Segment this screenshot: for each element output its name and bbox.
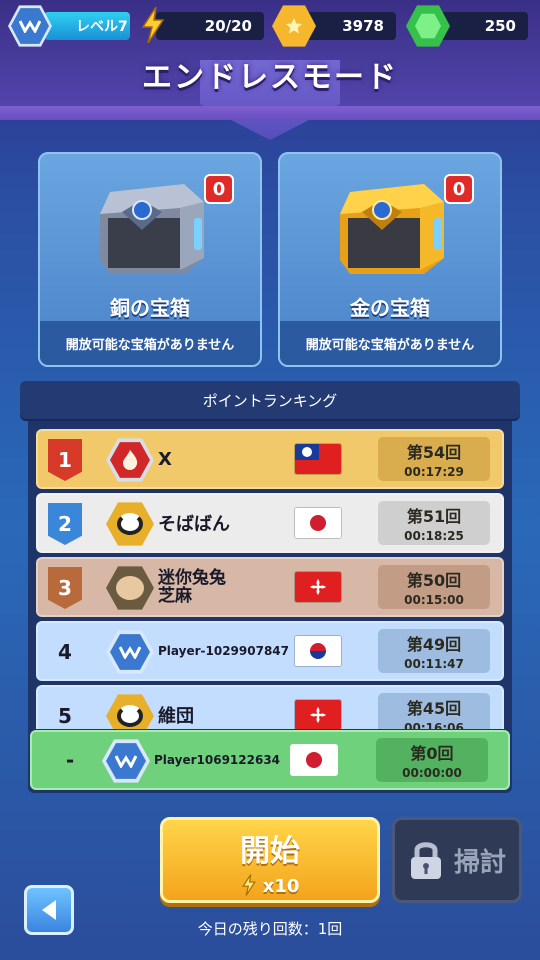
start-cost-value: x10 [262,876,300,897]
gold-chest-icon [340,184,444,274]
gold-chest-message: 開放可能な宝箱がありません [280,321,500,365]
silver-chest-icon [100,184,204,274]
panda-avatar-icon [106,501,154,547]
rank-number: 4 [58,640,72,664]
record-box: 第50回 00:15:00 [378,565,490,609]
start-button[interactable]: 開始 x10 [160,817,380,903]
play-time: 00:17:29 [404,465,464,479]
japan-flag-icon [290,744,338,776]
ranking-list[interactable]: 1 X 第54回 00:17:29 2 そばばん 第51回 00:18:25 3… [28,421,512,729]
page-title: エンドレスモード [142,60,398,95]
my-player-name: Player1069122634 [154,753,281,767]
gem-value: 250 [484,17,516,35]
level-label: レベル7 [76,19,128,35]
taiwan-flag-icon [294,443,342,475]
record-box: 第51回 00:18:25 [378,501,490,545]
gold-chest-count-badge: 0 [444,174,474,204]
gold-value: 3978 [342,17,384,35]
w-logo-icon [11,8,49,44]
round-count: 第50回 [406,571,462,590]
gold-chest-name: 金の宝箱 [350,296,430,320]
ranking-header: ポイントランキング [20,381,520,419]
play-time: 00:15:00 [404,593,464,607]
w-avatar-icon [102,738,150,784]
w-avatar-icon [106,629,154,675]
record-box: 第49回 00:11:47 [378,629,490,673]
hong-kong-flag-icon [294,699,342,729]
my-record-box: 第0回 00:00:00 [376,738,488,782]
remaining-count: 今日の残り回数：1回 [197,920,343,938]
ranking-row[interactable]: 2 そばばん 第51回 00:18:25 [36,493,504,553]
sweep-button[interactable]: 掃討 [392,817,522,903]
player-name: そばばん [158,514,230,535]
stamina-counter: 20/20 [156,12,264,40]
korea-flag-icon [294,635,342,667]
lightning-icon [140,6,166,48]
rabbit-avatar-icon [106,565,154,611]
player-name: 維団 [158,706,194,727]
round-count: 第49回 [406,635,462,654]
record-box: 第54回 00:17:29 [378,437,490,481]
lock-icon [410,842,441,879]
round-count: 第54回 [406,443,462,462]
bronze-chest-name: 銅の宝箱 [110,296,190,320]
my-round-count: 第0回 [410,744,454,763]
rank-2-shield: 2 [48,503,82,545]
ranking-row[interactable]: 1 X 第54回 00:17:29 [36,429,504,489]
hong-kong-flag-icon [294,571,342,603]
bronze-chest-count-badge: 0 [204,174,234,204]
round-count: 第45回 [406,699,462,718]
bronze-chest-message: 開放可能な宝箱がありません [40,321,260,365]
rank-number: 5 [58,704,72,728]
ranking-row[interactable]: 3 迷你兔兔 芝麻 第50回 00:15:00 [36,557,504,617]
stamina-value: 20/20 [204,17,252,35]
my-play-time: 00:00:00 [402,766,462,780]
record-box: 第45回 00:16:06 [378,693,490,729]
gold-chest-card[interactable]: 0 金の宝箱 開放可能な宝箱がありません [278,152,502,367]
rank-1-shield: 1 [48,439,82,481]
player-name: X [158,448,172,470]
sweep-label: 掃討 [453,847,506,878]
my-rank: - [65,748,75,772]
play-time: 00:16:06 [404,721,464,729]
japan-flag-icon [294,507,342,539]
lightning-icon [241,874,256,896]
panda-avatar-icon [106,693,154,729]
start-cost: x10 [163,874,377,897]
rank-3-shield: 3 [48,567,82,609]
ranking-row[interactable]: 5 維団 第45回 00:16:06 [36,685,504,729]
start-label: 開始 [240,834,300,869]
player-name: Player-1029907847 [158,644,289,658]
round-count: 第51回 [406,507,462,526]
play-time: 00:18:25 [404,529,464,543]
ranking-row[interactable]: 4 Player-1029907847 第49回 00:11:47 [36,621,504,681]
my-ranking-row[interactable]: - Player1069122634 第0回 00:00:00 [30,730,510,790]
player-name: 迷你兔兔 芝麻 [158,568,226,606]
flame-avatar-icon [106,437,154,483]
play-time: 00:11:47 [404,657,464,671]
bronze-chest-card[interactable]: 0 銅の宝箱 開放可能な宝箱がありません [38,152,262,367]
level-indicator[interactable]: レベル7 [44,12,130,40]
